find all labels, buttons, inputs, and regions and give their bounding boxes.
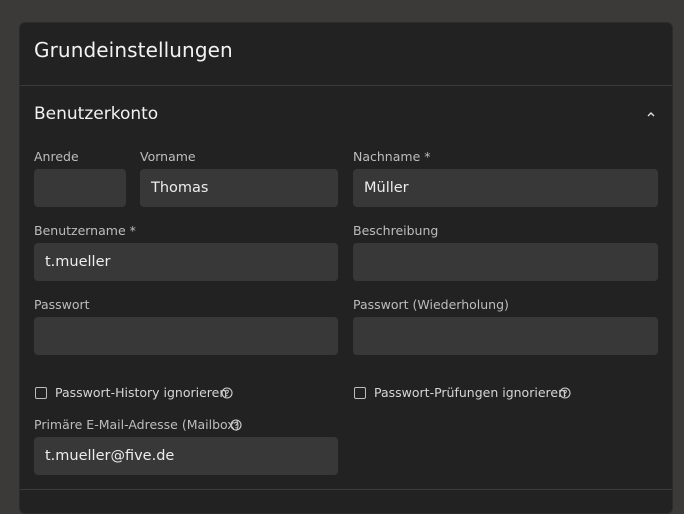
passwort-label: Passwort [34, 297, 90, 312]
divider [20, 489, 672, 490]
passwort-pruefungen-checkbox[interactable] [354, 387, 366, 399]
beschreibung-field[interactable] [353, 243, 658, 281]
email-label: Primäre E-Mail-Adresse (Mailbox) [34, 417, 240, 432]
vorname-field[interactable]: Thomas [140, 169, 338, 207]
help-circle-icon[interactable] [559, 387, 571, 399]
passwort-wiederholung-label: Passwort (Wiederholung) [353, 297, 509, 312]
email-field[interactable]: t.mueller@five.de [34, 437, 338, 475]
benutzername-field[interactable]: t.mueller [34, 243, 338, 281]
nachname-label: Nachname * [353, 149, 431, 164]
divider [20, 85, 672, 86]
anrede-label: Anrede [34, 149, 79, 164]
anrede-field[interactable] [34, 169, 126, 207]
passwort-pruefungen-label[interactable]: Passwort-Prüfungen ignorieren [374, 385, 566, 400]
nachname-field[interactable]: Müller [353, 169, 658, 207]
panel-title: Grundeinstellungen [34, 38, 233, 62]
passwort-wiederholung-field[interactable] [353, 317, 658, 355]
settings-panel: Grundeinstellungen Benutzerkonto Anrede … [19, 22, 673, 514]
benutzername-label: Benutzername * [34, 223, 136, 238]
passwort-history-checkbox[interactable] [35, 387, 47, 399]
vorname-label: Vorname [140, 149, 196, 164]
beschreibung-label: Beschreibung [353, 223, 439, 238]
chevron-up-icon[interactable] [644, 107, 658, 121]
help-circle-icon[interactable] [230, 419, 242, 431]
passwort-history-label[interactable]: Passwort-History ignorieren [55, 385, 227, 400]
section-title: Benutzerkonto [34, 104, 159, 124]
help-circle-icon[interactable] [221, 387, 233, 399]
passwort-field[interactable] [34, 317, 338, 355]
